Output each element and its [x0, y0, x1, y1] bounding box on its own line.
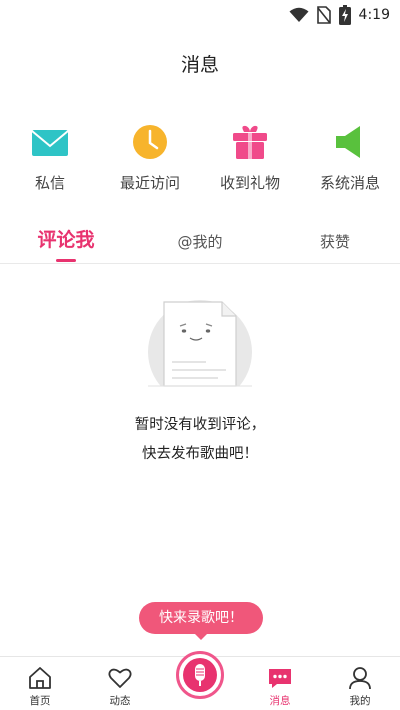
quick-item-label: 系统消息	[319, 174, 380, 192]
tab-likes[interactable]: 获赞	[305, 231, 365, 267]
wifi-icon	[289, 7, 309, 22]
empty-document-icon	[148, 300, 252, 387]
nav-profile[interactable]: 我的	[320, 657, 400, 710]
speaker-icon	[336, 126, 360, 158]
bubble-tail	[194, 633, 208, 640]
nav-label: 动态	[109, 695, 131, 707]
quick-item-label: 最近访问	[119, 174, 180, 192]
gift-icon	[233, 125, 267, 159]
user-icon	[349, 667, 371, 690]
heart-icon	[108, 668, 132, 688]
nav-label: 首页	[29, 695, 51, 707]
record-button[interactable]	[176, 651, 224, 699]
status-icons: 4:19	[289, 5, 390, 25]
record-button-inner	[183, 658, 217, 692]
nav-messages[interactable]: 消息	[240, 657, 320, 710]
empty-state-line1: 暂时没有收到评论，	[134, 417, 266, 433]
battery-charging-icon	[338, 5, 351, 25]
tab-active-indicator	[56, 259, 76, 262]
tab-comments[interactable]: 评论我	[30, 225, 102, 261]
tabs-divider	[0, 263, 400, 264]
message-tabs: 评论我 @我的 获赞	[0, 225, 400, 265]
record-prompt-bubble[interactable]: 快来录歌吧！	[139, 602, 263, 634]
status-bar: 4:19	[0, 0, 400, 30]
quick-item-label: 收到礼物	[219, 174, 280, 192]
empty-state-line2: 快去发布歌曲吧！	[142, 446, 258, 462]
microphone-icon	[195, 664, 205, 686]
clock-icon	[133, 125, 167, 159]
nav-label: 我的	[349, 695, 371, 707]
chat-icon	[269, 669, 291, 688]
no-sim-icon	[316, 6, 331, 24]
home-icon	[29, 667, 51, 689]
page-title: 消息	[180, 54, 219, 76]
mail-icon	[31, 130, 69, 156]
quick-item-label: 私信	[34, 174, 65, 192]
bottom-nav: 首页 动态 消息 我的	[0, 651, 400, 710]
nav-home[interactable]: 首页	[0, 657, 80, 710]
quick-actions: 私信 最近访问 收到礼物 系统消息	[0, 118, 400, 198]
nav-feed[interactable]: 动态	[80, 657, 160, 710]
status-time: 4:19	[358, 7, 390, 23]
nav-record[interactable]	[160, 651, 240, 710]
nav-label: 消息	[269, 695, 291, 707]
tab-mentions[interactable]: @我的	[165, 231, 235, 267]
